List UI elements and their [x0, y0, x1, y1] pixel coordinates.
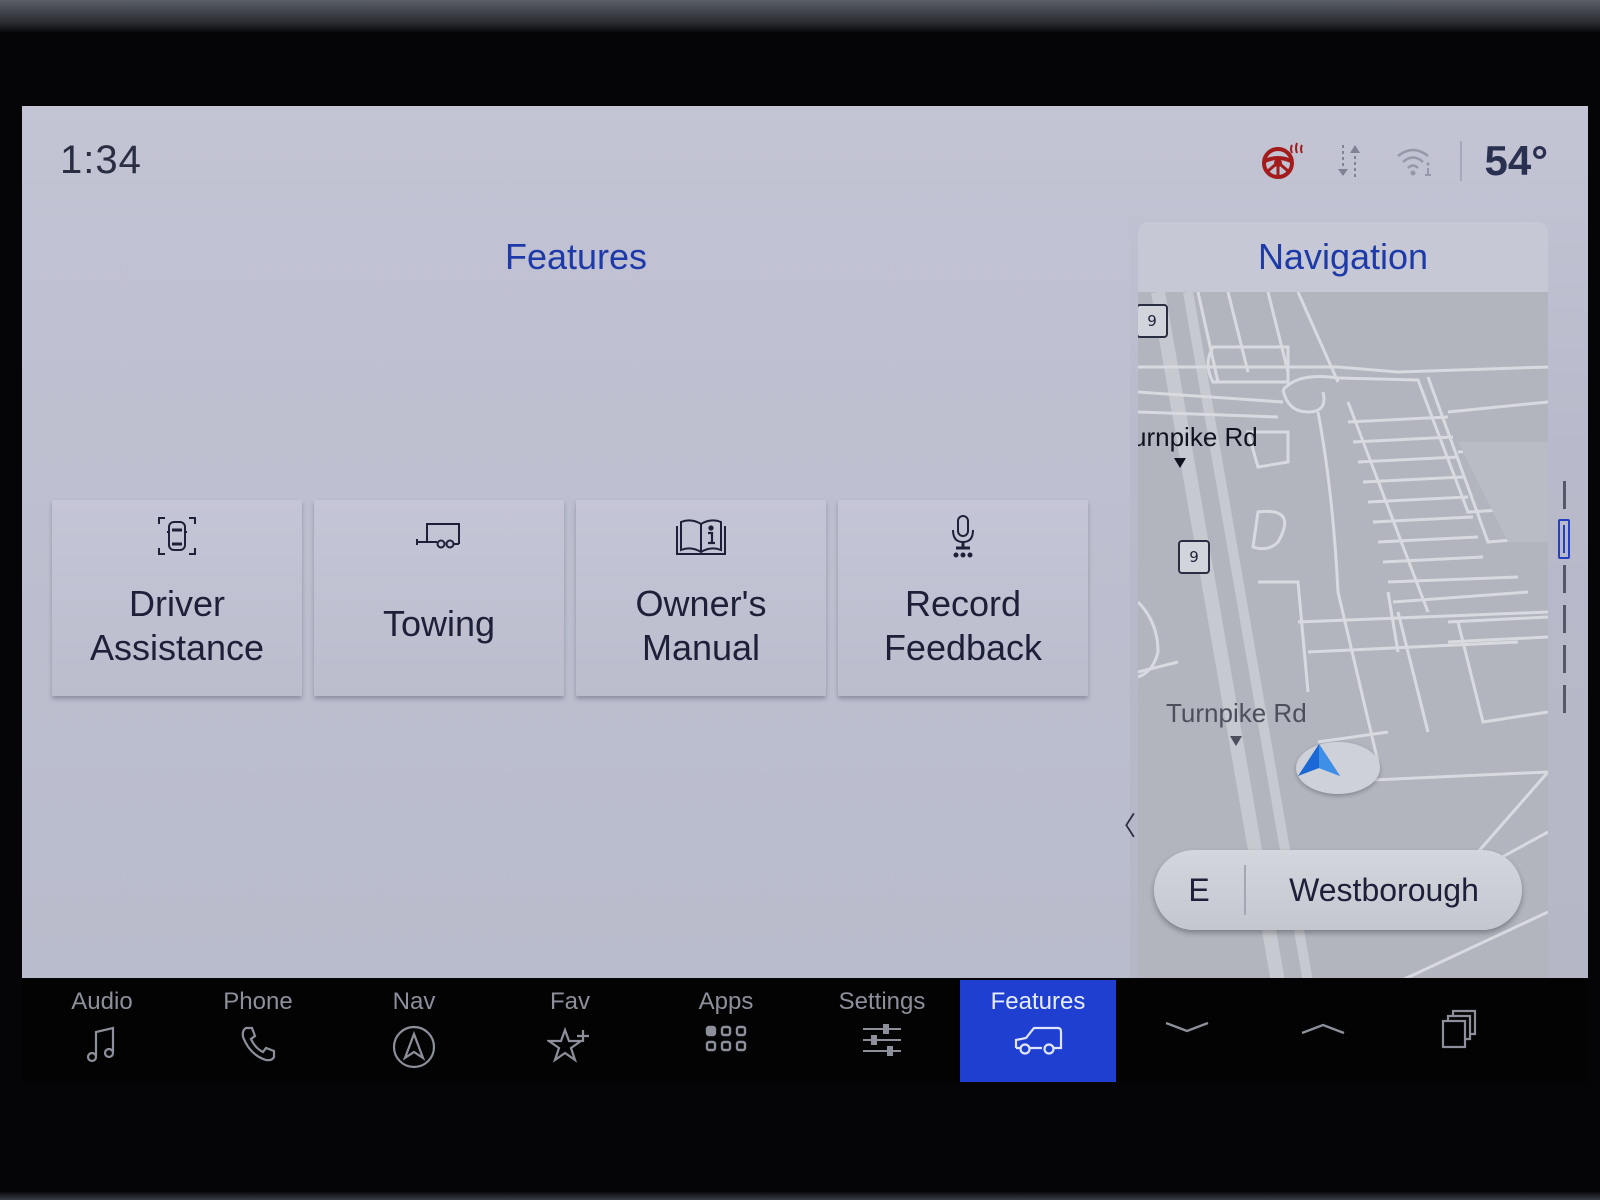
heading-indicator[interactable]: E Westborough — [1154, 850, 1522, 930]
route-shield: 9 — [1178, 540, 1210, 574]
outside-temperature: 54° — [1484, 137, 1548, 184]
dock-item-nav[interactable]: Nav — [336, 980, 492, 1082]
display-bezel-bottom — [0, 1192, 1600, 1200]
map-view[interactable]: 9 9 urnpike Rd Turnpike Rd E Westborough — [1138, 292, 1548, 978]
tile-label: Towing — [382, 603, 496, 644]
navigation-compass-icon — [391, 1024, 437, 1070]
route-shield: 9 — [1138, 304, 1168, 338]
road-pointer-icon — [1174, 458, 1186, 468]
navigation-title: Navigation — [1257, 236, 1429, 277]
data-transfer-icon — [1324, 139, 1374, 183]
display-bezel-top — [0, 0, 1600, 32]
chevron-down-button[interactable] — [1122, 980, 1252, 1082]
page-dot[interactable] — [1563, 481, 1566, 509]
chevron-down-icon — [1164, 1019, 1210, 1043]
road-pointer-icon — [1230, 736, 1242, 746]
dock-item-apps[interactable]: Apps — [648, 980, 804, 1082]
page-dot[interactable] — [1563, 685, 1566, 713]
tile-label: Record Feedback — [883, 583, 1043, 668]
driver-assistance-icon — [155, 514, 199, 566]
music-note-icon — [85, 1024, 119, 1070]
driver-assistance-tile[interactable]: Driver Assistance — [52, 500, 302, 696]
chevron-up-button[interactable] — [1258, 980, 1388, 1082]
page-dot[interactable] — [1563, 645, 1566, 673]
dock-item-settings[interactable]: Settings — [804, 980, 960, 1082]
dock-item-features[interactable]: Features — [960, 980, 1116, 1082]
owners-manual-tile[interactable]: Owner's Manual — [576, 500, 826, 696]
navigation-header[interactable]: Navigation — [1138, 222, 1548, 292]
phone-icon — [238, 1024, 278, 1070]
road-label: Turnpike Rd — [1166, 698, 1307, 728]
status-bar: 1:34 54° — [22, 106, 1588, 216]
wifi-info-icon — [1390, 139, 1440, 183]
collapse-panel-handle[interactable]: 〈 — [1110, 806, 1136, 843]
road-label: urnpike Rd — [1138, 422, 1258, 452]
vehicle-icon — [1012, 1024, 1064, 1070]
tile-label: Driver Assistance — [89, 583, 265, 668]
chevron-up-icon — [1300, 1019, 1346, 1043]
app-switcher-icon — [1440, 1009, 1478, 1053]
bottom-dock: Audio Phone Nav Fav Apps Settings Featur… — [22, 980, 1588, 1082]
record-feedback-tile[interactable]: Record Feedback — [838, 500, 1088, 696]
status-icons: 54° — [1242, 136, 1548, 186]
features-panel: Features Driver Assistance Towing Owner'… — [22, 218, 1136, 978]
heated-steering-wheel-icon[interactable] — [1258, 139, 1308, 183]
clock: 1:34 — [60, 138, 142, 182]
features-title: Features — [504, 236, 648, 277]
page-dot[interactable] — [1563, 565, 1566, 593]
current-city: Westborough — [1289, 871, 1479, 908]
infotainment-screen: 1:34 54° Features Driver Assistance Towi… — [22, 106, 1588, 978]
status-separator — [1460, 141, 1463, 181]
dock-item-audio[interactable]: Audio — [24, 980, 180, 1082]
dock-item-phone[interactable]: Phone — [180, 980, 336, 1082]
dock-item-fav[interactable]: Fav — [492, 980, 648, 1082]
app-switcher-button[interactable] — [1394, 980, 1524, 1082]
compass-direction: E — [1188, 871, 1210, 908]
tile-label: Owner's Manual — [635, 583, 767, 668]
apps-grid-icon — [705, 1024, 747, 1070]
microphone-icon — [943, 514, 983, 566]
settings-sliders-icon — [861, 1024, 903, 1070]
towing-tile[interactable]: Towing — [314, 500, 564, 696]
page-dot-active[interactable] — [1558, 519, 1570, 559]
navigation-card[interactable]: Navigation 9 9 urnpike Rd Turnpike Rd E … — [1138, 222, 1548, 978]
trailer-icon — [415, 514, 463, 566]
page-indicator[interactable] — [1558, 481, 1572, 721]
vehicle-position-marker — [1296, 742, 1380, 794]
page-dot[interactable] — [1563, 605, 1566, 633]
vehicle-arrow-icon — [1298, 744, 1340, 776]
owners-manual-icon — [675, 514, 727, 566]
favorite-add-icon — [545, 1024, 593, 1070]
